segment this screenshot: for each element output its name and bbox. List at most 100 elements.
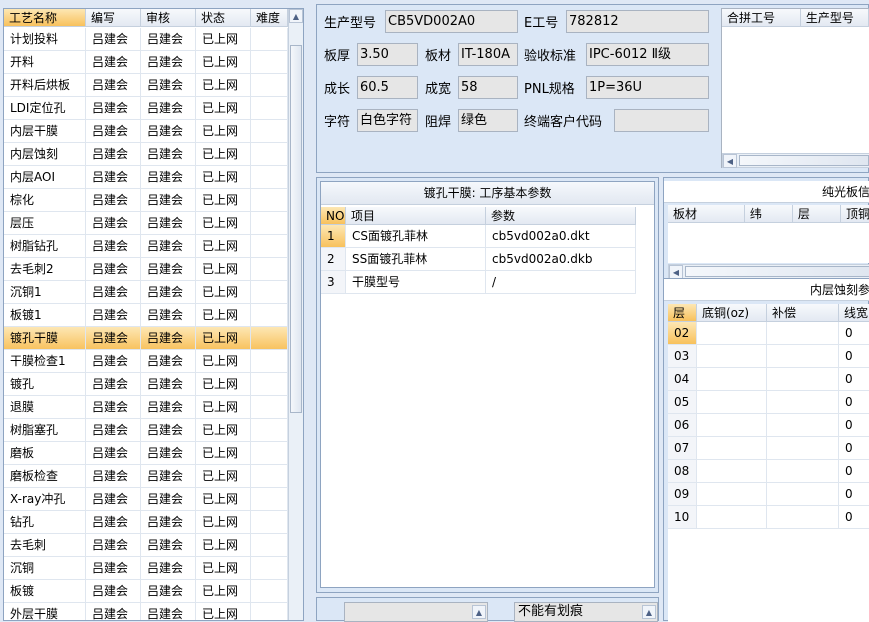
table-cell: 吕建会 (141, 373, 196, 396)
table-row[interactable]: X-ray冲孔 吕建会 吕建会 已上网 (4, 488, 288, 511)
param-column-no[interactable]: NO (321, 207, 346, 225)
etch-row[interactable]: 06 0 (668, 414, 869, 437)
scroll-thumb[interactable] (290, 45, 302, 413)
mask-field[interactable]: 绿色 (458, 109, 518, 132)
scroll-up-icon[interactable]: ▲ (289, 9, 303, 23)
merge-column-eno[interactable]: 合拼工号 (722, 9, 801, 27)
table-row[interactable]: 镀孔 吕建会 吕建会 已上网 (4, 373, 288, 396)
etch-row[interactable]: 09 0 (668, 483, 869, 506)
table-cell: 吕建会 (141, 97, 196, 120)
bare-hscroll-thumb[interactable] (685, 266, 869, 277)
etch-column-line-width[interactable]: 线宽 (839, 304, 869, 322)
bare-table-hscroll[interactable]: ◀ (668, 264, 869, 279)
merge-column-model[interactable]: 生产型号 (800, 9, 869, 27)
table-cell: 吕建会 (141, 304, 196, 327)
column-header-name[interactable]: 工艺名称 (4, 9, 86, 27)
bare-column-layer[interactable]: 层 (792, 205, 842, 223)
column-header-status[interactable]: 状态 (196, 9, 251, 27)
table-row[interactable]: 层压 吕建会 吕建会 已上网 (4, 212, 288, 235)
table-row[interactable]: 退膜 吕建会 吕建会 已上网 (4, 396, 288, 419)
table-cell: 吕建会 (141, 396, 196, 419)
standard-field[interactable]: IPC-6012 Ⅱ级 (586, 43, 709, 66)
bottom-input[interactable]: ▲ (344, 602, 488, 622)
etch-cell: 0 (839, 414, 869, 437)
etch-row[interactable]: 08 0 (668, 460, 869, 483)
table-row[interactable]: 钻孔 吕建会 吕建会 已上网 (4, 511, 288, 534)
column-header-author[interactable]: 编写 (86, 9, 141, 27)
customer-field[interactable] (614, 109, 709, 132)
param-column-item[interactable]: 项目 (346, 207, 486, 225)
table-row[interactable]: 去毛刺2 吕建会 吕建会 已上网 (4, 258, 288, 281)
table-row[interactable]: 内层蚀刻 吕建会 吕建会 已上网 (4, 143, 288, 166)
table-cell (251, 189, 288, 212)
material-field[interactable]: IT-180A (458, 43, 518, 66)
table-cell: 已上网 (196, 396, 251, 419)
etch-row[interactable]: 10 0 (668, 506, 869, 529)
table-row[interactable]: LDI定位孔 吕建会 吕建会 已上网 (4, 97, 288, 120)
table-cell: 吕建会 (141, 419, 196, 442)
table-row[interactable]: 干膜检查1 吕建会 吕建会 已上网 (4, 350, 288, 373)
table-row[interactable]: 外层干膜 吕建会 吕建会 已上网 (4, 603, 288, 620)
column-header-difficulty[interactable]: 难度 (251, 9, 288, 27)
table-row[interactable]: 树脂钻孔 吕建会 吕建会 已上网 (4, 235, 288, 258)
param-column-value[interactable]: 参数 (486, 207, 636, 225)
length-field[interactable]: 60.5 (357, 76, 418, 99)
table-row[interactable]: 沉铜 吕建会 吕建会 已上网 (4, 557, 288, 580)
table-row[interactable]: 沉铜1 吕建会 吕建会 已上网 (4, 281, 288, 304)
table-cell: 吕建会 (141, 166, 196, 189)
table-cell: 吕建会 (86, 442, 141, 465)
table-row[interactable]: 磨板检查 吕建会 吕建会 已上网 (4, 465, 288, 488)
bare-column-top-copper[interactable]: 顶铜 (841, 205, 869, 223)
table-row[interactable]: 去毛刺 吕建会 吕建会 已上网 (4, 534, 288, 557)
etch-column-base-copper[interactable]: 底铜(oz) (697, 304, 767, 322)
eno-field[interactable]: 782812 (566, 10, 709, 33)
param-row[interactable]: 2 SS面镀孔菲林 cb5vd002a0.dkb (321, 248, 654, 271)
etch-column-compensation[interactable]: 补偿 (767, 304, 839, 322)
param-row[interactable]: 1 CS面镀孔菲林 cb5vd002a0.dkt (321, 225, 654, 248)
table-row[interactable]: 板镀 吕建会 吕建会 已上网 (4, 580, 288, 603)
etch-row[interactable]: 03 0 (668, 345, 869, 368)
etch-row[interactable]: 04 0 (668, 368, 869, 391)
etch-column-layer[interactable]: 层 (668, 304, 697, 322)
table-cell: 吕建会 (141, 465, 196, 488)
table-row[interactable]: 镀孔干膜 吕建会 吕建会 已上网 (4, 327, 288, 350)
table-cell: 开料 (4, 51, 86, 74)
bare-scroll-left-icon[interactable]: ◀ (669, 265, 683, 279)
table-row[interactable]: 内层干膜 吕建会 吕建会 已上网 (4, 120, 288, 143)
param-panel: 镀孔干膜: 工序基本参数 NO 项目 参数 1 CS面镀孔菲林 cb5vd002a0… (316, 177, 659, 593)
note-field[interactable]: 不能有划痕 ▲ (514, 602, 658, 622)
width-field[interactable]: 58 (458, 76, 518, 99)
table-row[interactable]: 棕化 吕建会 吕建会 已上网 (4, 189, 288, 212)
merge-hscroll-thumb[interactable] (739, 155, 869, 166)
bottom-panel: ▲ 不能有划痕 ▲ (316, 597, 659, 622)
table-cell: 已上网 (196, 97, 251, 120)
note-scroll-icon[interactable]: ▲ (642, 605, 656, 619)
pnl-field[interactable]: 1P=36U (586, 76, 709, 99)
param-panel-inner: 镀孔干膜: 工序基本参数 NO 项目 参数 1 CS面镀孔菲林 cb5vd002a0… (320, 181, 655, 588)
scroll-left-icon[interactable]: ◀ (723, 154, 737, 168)
column-header-reviewer[interactable]: 审核 (141, 9, 196, 27)
table-row[interactable]: 磨板 吕建会 吕建会 已上网 (4, 442, 288, 465)
bottom-input-scroll-icon[interactable]: ▲ (472, 605, 486, 619)
table-row[interactable]: 板镀1 吕建会 吕建会 已上网 (4, 304, 288, 327)
table-row[interactable]: 计划投料 吕建会 吕建会 已上网 (4, 28, 288, 51)
table-cell: 吕建会 (141, 143, 196, 166)
param-cell: 2 (321, 248, 346, 271)
etch-row[interactable]: 02 0 (668, 322, 869, 345)
table-cell: 已上网 (196, 350, 251, 373)
merge-table-hscroll[interactable]: ◀ (722, 153, 869, 168)
table-row[interactable]: 内层AOI 吕建会 吕建会 已上网 (4, 166, 288, 189)
thickness-field[interactable]: 3.50 (357, 43, 418, 66)
param-row[interactable]: 3 干膜型号 / (321, 271, 654, 294)
table-row[interactable]: 开料 吕建会 吕建会 已上网 (4, 51, 288, 74)
etch-cell: 0 (839, 368, 869, 391)
char-field[interactable]: 白色字符 (357, 109, 418, 132)
process-list-scrollbar[interactable]: ▲ (288, 9, 303, 620)
model-field[interactable]: CB5VD002A0 (385, 10, 518, 33)
table-row[interactable]: 树脂塞孔 吕建会 吕建会 已上网 (4, 419, 288, 442)
etch-row[interactable]: 05 0 (668, 391, 869, 414)
bare-column-weft[interactable]: 纬 (744, 205, 793, 223)
etch-row[interactable]: 07 0 (668, 437, 869, 460)
bare-column-material[interactable]: 板材 (668, 205, 745, 223)
table-row[interactable]: 开料后烘板 吕建会 吕建会 已上网 (4, 74, 288, 97)
